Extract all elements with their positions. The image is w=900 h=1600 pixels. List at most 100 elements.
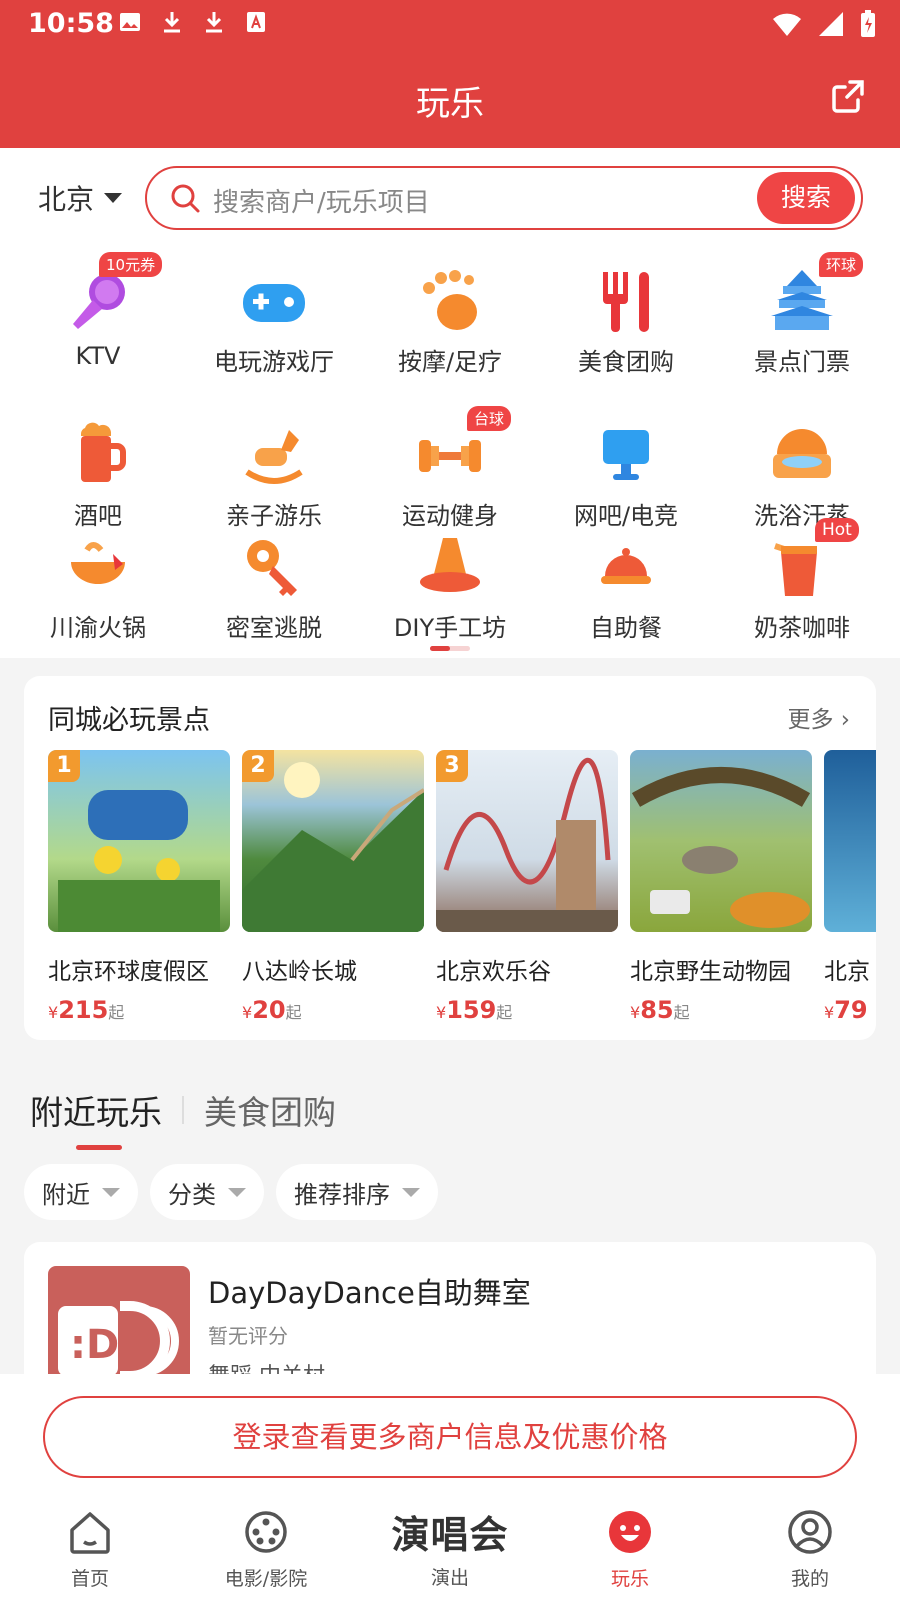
category-label: 奶茶咖啡 xyxy=(754,614,850,642)
category-label: 电玩游戏厅 xyxy=(214,348,334,376)
category-label: 酒吧 xyxy=(74,502,122,530)
category-label: 密室逃脱 xyxy=(226,614,322,642)
category-food-deals[interactable]: 美食团购 xyxy=(538,266,714,377)
pottery-icon xyxy=(415,532,485,602)
category-label: 网吧/电竞 xyxy=(573,502,679,530)
category-kids[interactable]: 亲子游乐 xyxy=(186,420,362,531)
filter-label: 推荐排序 xyxy=(294,1180,390,1209)
category-badge: 台球 xyxy=(467,406,512,431)
gamepad-icon xyxy=(239,266,309,336)
spot-price: ¥85起 xyxy=(630,996,690,1024)
page-indicator xyxy=(430,646,470,651)
tab-home[interactable]: 首页 xyxy=(0,1482,180,1591)
category-label: 美食团购 xyxy=(578,348,674,376)
tab-movies[interactable]: 电影/影院 xyxy=(176,1482,356,1591)
caret-down-icon xyxy=(228,1187,246,1197)
category-bar[interactable]: 酒吧 xyxy=(10,420,186,531)
category-massage[interactable]: 按摩/足疗 xyxy=(362,266,538,377)
tab-label: 演出 xyxy=(430,1567,469,1589)
category-bath-sauna[interactable]: 洗浴汗蒸 xyxy=(714,420,890,531)
filter-sort[interactable]: 推荐排序 xyxy=(276,1164,438,1220)
tab-divider xyxy=(182,1096,184,1124)
tab-shows[interactable]: 演唱会 演出 xyxy=(360,1482,540,1590)
share-icon[interactable] xyxy=(830,78,866,114)
dumbbell-icon: 台球 xyxy=(415,406,512,490)
tab-nearby-fun[interactable]: 附近玩乐 xyxy=(30,1086,162,1150)
spot-name: 北京 xyxy=(824,959,870,985)
category-label: 运动健身 xyxy=(402,502,498,530)
system-icons xyxy=(772,10,876,38)
film-reel-icon xyxy=(245,1511,287,1553)
spot-image: 1 xyxy=(48,750,230,932)
search-icon xyxy=(171,184,200,213)
category-label: 亲子游乐 xyxy=(226,502,322,530)
more-link[interactable]: 更多 › xyxy=(787,700,850,734)
filter-label: 分类 xyxy=(168,1180,216,1209)
battery-icon xyxy=(861,10,875,37)
category-internet-cafe[interactable]: 网吧/电竞 xyxy=(538,420,714,531)
category-fitness[interactable]: 台球 运动健身 xyxy=(362,406,538,531)
search-input[interactable]: 搜索商户/玩乐项目 xyxy=(213,182,430,219)
must-visit-spots: 同城必玩景点 更多 › 1 北京环球度假区 ¥215起 2 八达岭长城 ¥20起… xyxy=(24,676,876,1040)
spot-image: 2 xyxy=(242,750,424,932)
category-badge: 环球 xyxy=(819,252,864,277)
filter-nearby[interactable]: 附近 xyxy=(24,1164,138,1220)
spot-card[interactable]: 1 北京环球度假区 ¥215起 xyxy=(48,750,230,1024)
login-banner: 登录查看更多商户信息及优惠价格 xyxy=(0,1374,900,1482)
category-label: KTV xyxy=(75,342,121,370)
image-icon xyxy=(118,10,142,34)
tab-label: 电影/影院 xyxy=(224,1568,308,1590)
smile-icon xyxy=(609,1511,651,1553)
bottom-tab-bar: 首页 电影/影院 演唱会 演出 玩乐 我的 xyxy=(0,1482,900,1600)
category-label: DIY手工坊 xyxy=(393,614,507,642)
key-icon xyxy=(239,532,309,602)
category-hotpot[interactable]: 川渝火锅 xyxy=(10,532,186,643)
rank-badge: 3 xyxy=(436,750,468,782)
beer-icon xyxy=(63,420,133,490)
search-button[interactable]: 搜索 xyxy=(757,172,855,224)
spot-card[interactable]: 3 北京欢乐谷 ¥159起 xyxy=(436,750,618,1024)
search-box[interactable]: 搜索商户/玩乐项目 搜索 xyxy=(145,166,863,230)
filter-label: 附近 xyxy=(42,1180,90,1209)
spot-image xyxy=(824,750,876,932)
wifi-icon xyxy=(773,13,801,36)
category-arcade[interactable]: 电玩游戏厅 xyxy=(186,266,362,377)
tab-food-deals[interactable]: 美食团购 xyxy=(204,1086,336,1134)
monitor-icon xyxy=(591,420,661,490)
caret-down-icon xyxy=(102,1187,120,1197)
fork-knife-icon xyxy=(591,266,661,336)
category-diy[interactable]: DIY手工坊 xyxy=(362,532,538,643)
spot-card[interactable]: 2 八达岭长城 ¥20起 xyxy=(242,750,424,1024)
filter-category[interactable]: 分类 xyxy=(150,1164,264,1220)
category-ktv[interactable]: 10元券 KTV xyxy=(10,252,186,370)
spot-card[interactable]: 北京 ¥79 xyxy=(824,750,876,1024)
login-button[interactable]: 登录查看更多商户信息及优惠价格 xyxy=(43,1396,857,1478)
spot-image: 3 xyxy=(436,750,618,932)
spot-card[interactable]: 北京野生动物园 ¥85起 xyxy=(630,750,812,1024)
rank-badge: 2 xyxy=(242,750,274,782)
page-title: 玩乐 xyxy=(416,84,484,124)
city-selector[interactable]: 北京 xyxy=(38,178,123,218)
hotpot-icon xyxy=(63,532,133,602)
milk-tea-icon: Hot xyxy=(767,518,859,602)
category-milk-tea-coffee[interactable]: Hot 奶茶咖啡 xyxy=(714,518,890,643)
category-badge: 10元券 xyxy=(99,252,163,277)
section-title: 同城必玩景点 xyxy=(48,705,210,736)
user-icon xyxy=(788,1510,832,1554)
notification-icons xyxy=(118,10,268,34)
tab-fun[interactable]: 玩乐 xyxy=(540,1482,720,1591)
category-escape-room[interactable]: 密室逃脱 xyxy=(186,532,362,643)
caret-down-icon xyxy=(402,1187,420,1197)
city-label: 北京 xyxy=(38,183,95,216)
concert-logo: 演唱会 xyxy=(391,1513,509,1557)
nearby-tabs: 附近玩乐 美食团购 xyxy=(30,1086,336,1150)
spot-name: 北京野生动物园 xyxy=(630,959,791,985)
tab-label: 首页 xyxy=(70,1568,109,1590)
tab-mine[interactable]: 我的 xyxy=(720,1482,900,1591)
category-buffet[interactable]: 自助餐 xyxy=(538,532,714,643)
home-icon xyxy=(70,1512,110,1554)
category-label: 川渝火锅 xyxy=(50,614,146,642)
category-attraction-tickets[interactable]: 环球 景点门票 xyxy=(714,252,890,377)
svg-text::D: :D xyxy=(70,1322,119,1368)
spot-price: ¥79 xyxy=(824,996,868,1024)
